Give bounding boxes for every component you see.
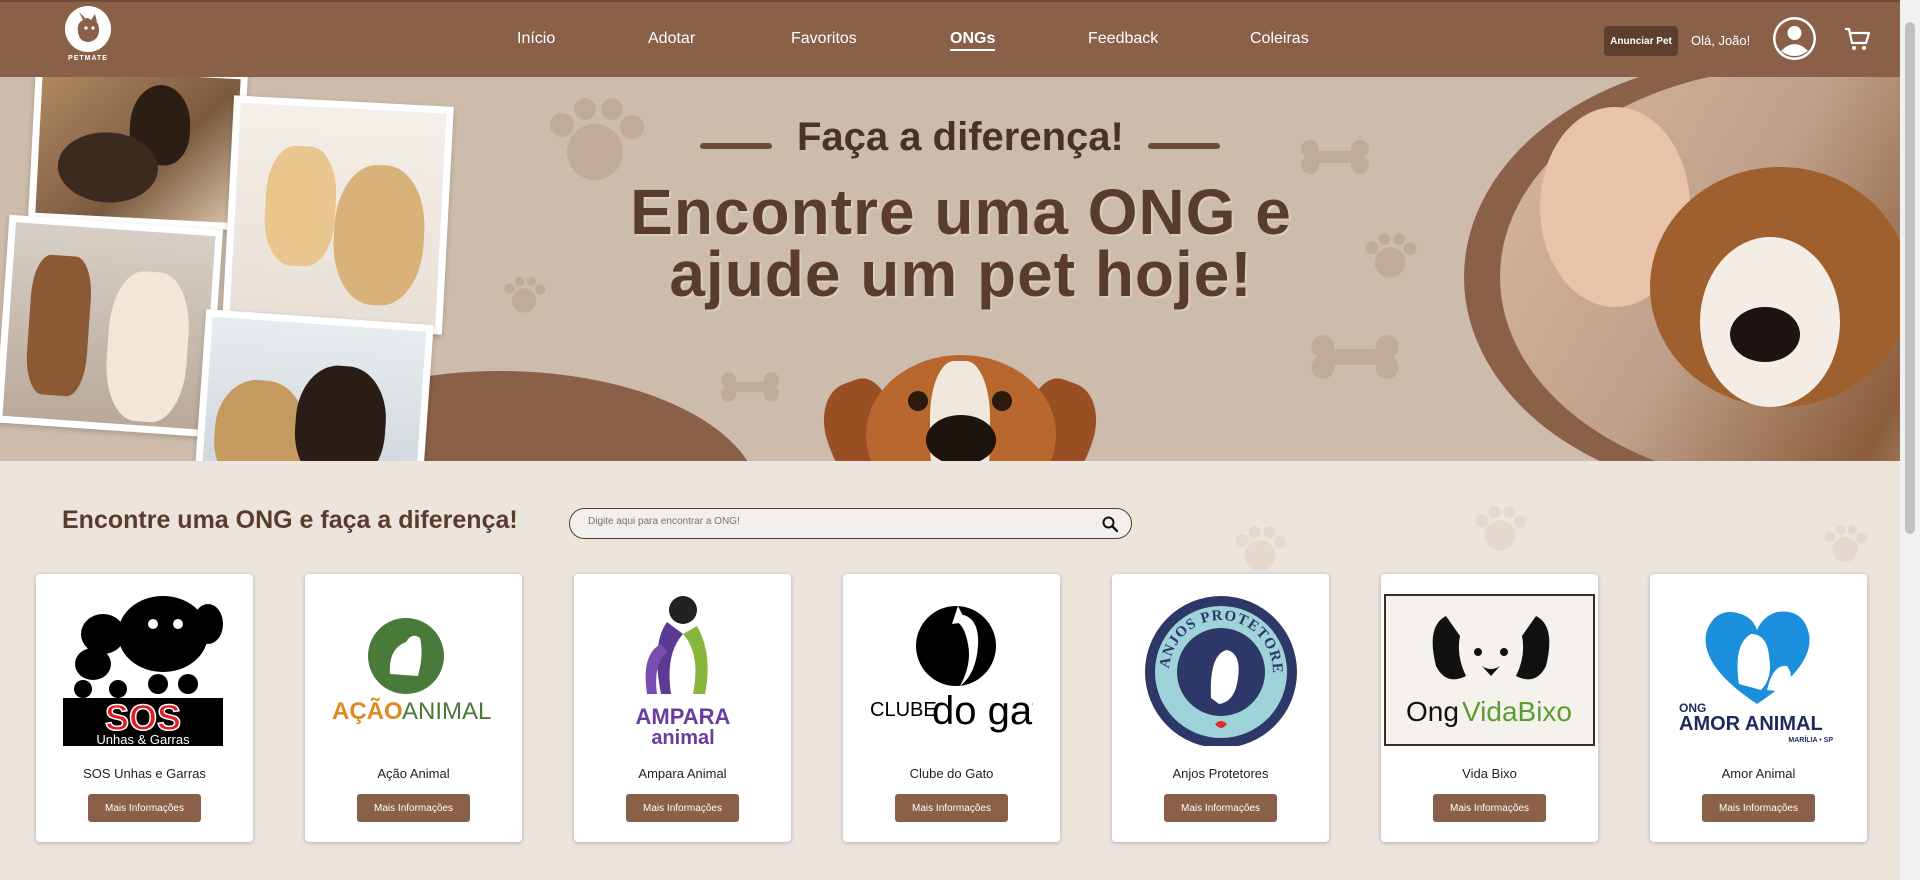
petmate-logo[interactable]: PETMATE	[64, 6, 112, 66]
bone-icon	[720, 372, 780, 402]
user-avatar-icon[interactable]	[1773, 17, 1816, 60]
paw-print-icon	[1235, 526, 1287, 571]
vida-bixo-logo: Ong VidaBixo	[1384, 594, 1595, 746]
ampara-animal-logo: AMPARA animal	[601, 594, 764, 746]
hero-headline-line2: ajude um pet hoje!	[669, 238, 1253, 310]
photo-woman-dogs-cat	[0, 214, 223, 438]
more-info-button[interactable]: Mais Informações	[1433, 794, 1546, 822]
nav-feedback[interactable]: Feedback	[1088, 30, 1158, 48]
ngo-name: Anjos Protetores	[1172, 766, 1269, 781]
section-title: Encontre uma ONG e faça a diferença!	[62, 506, 518, 534]
vida-bixo-logo-text: Ong	[1406, 696, 1459, 727]
ngo-card-clube-do-gato[interactable]: CLUBE do gato Clube do Gato Mais Informa…	[843, 574, 1060, 842]
shopping-cart-icon[interactable]	[1843, 26, 1871, 52]
clube-logo-text: CLUBE	[870, 699, 937, 721]
more-info-button[interactable]: Mais Informações	[1702, 794, 1815, 822]
sos-logo-subtext: Unhas & Garras	[96, 732, 190, 746]
ngo-name: Ampara Animal	[638, 766, 727, 781]
nav-favoritos[interactable]: Favoritos	[791, 30, 857, 48]
nav-ongs[interactable]: ONGs	[950, 30, 996, 51]
ngo-card-vida-bixo[interactable]: Ong VidaBixo Vida Bixo Mais Informações	[1381, 574, 1598, 842]
ngo-name: Clube do Gato	[909, 766, 994, 781]
announce-pet-button[interactable]: Anunciar Pet	[1604, 26, 1678, 56]
ngo-name: Ação Animal	[377, 766, 450, 781]
ngo-search-input[interactable]	[588, 516, 1068, 527]
dog-cat-logo-icon	[65, 6, 111, 52]
ngo-card-sos-unhas-garras[interactable]: SOS Unhas & Garras SOS Unhas e Garras Ma…	[36, 574, 253, 842]
paw-print-icon	[1475, 506, 1527, 551]
tagline-divider-left	[700, 143, 772, 149]
photo-woman-dog	[28, 77, 248, 231]
ngo-card-amor-animal[interactable]: ONG AMOR ANIMAL MARÍLIA • SP Amor Animal…	[1650, 574, 1867, 842]
photo-woman-curly-dog	[194, 309, 434, 461]
paw-print-icon	[504, 276, 546, 313]
paw-print-icon	[550, 98, 644, 180]
nav-coleiras[interactable]: Coleiras	[1250, 30, 1309, 48]
sos-unhas-garras-logo: SOS Unhas & Garras	[63, 594, 226, 746]
vertical-scrollbar[interactable]	[1900, 0, 1920, 880]
brand-name: PETMATE	[68, 55, 108, 62]
nav-adotar[interactable]: Adotar	[648, 30, 695, 48]
user-greeting: Olá, João!	[1691, 33, 1751, 48]
more-info-button[interactable]: Mais Informações	[88, 794, 201, 822]
top-navigation-bar: PETMATE Início Adotar Favoritos ONGs Fee…	[0, 0, 1900, 77]
ngo-name: Vida Bixo	[1462, 766, 1517, 781]
amor-logo-text: AMOR ANIMAL	[1679, 713, 1823, 735]
nav-inicio[interactable]: Início	[517, 30, 555, 48]
more-info-button[interactable]: Mais Informações	[357, 794, 470, 822]
photo-woman-golden	[222, 95, 454, 335]
ngo-card-anjos-protetores[interactable]: ANJOS PROTETORES Anjos Protetores Mais I…	[1112, 574, 1329, 842]
ngo-card-ampara-animal[interactable]: AMPARA animal Ampara Animal Mais Informa…	[574, 574, 791, 842]
amor-logo-city: MARÍLIA • SP	[1788, 735, 1833, 744]
more-info-button[interactable]: Mais Informações	[895, 794, 1008, 822]
ngo-card-acao-animal[interactable]: AÇÃO ANIMAL Ação Animal Mais Informações	[305, 574, 522, 842]
ngo-search-bar	[569, 508, 1132, 539]
peeking-dog-image	[811, 351, 1109, 461]
clube-do-gato-logo: CLUBE do gato	[870, 594, 1033, 746]
hero-tagline: Faça a diferença!	[797, 115, 1124, 159]
amor-animal-logo: ONG AMOR ANIMAL MARÍLIA • SP	[1677, 594, 1840, 746]
photo-woman-beagle	[1464, 77, 1900, 461]
acao-logo-text: AÇÃO	[332, 697, 403, 725]
ngo-name: SOS Unhas e Garras	[83, 766, 206, 781]
bone-icon	[1311, 335, 1399, 379]
more-info-button[interactable]: Mais Informações	[1164, 794, 1277, 822]
scrollbar-thumb[interactable]	[1905, 22, 1915, 534]
paw-print-icon	[1824, 525, 1868, 563]
bone-icon	[1301, 140, 1369, 174]
search-icon[interactable]	[1101, 515, 1119, 533]
ampara-logo-subtext: animal	[651, 727, 714, 746]
ampara-logo-text: AMPARA	[636, 704, 731, 729]
hero-headline-line1: Encontre uma ONG e	[630, 176, 1292, 248]
vida-bixo-logo-subtext: VidaBixo	[1462, 696, 1572, 727]
more-info-button[interactable]: Mais Informações	[626, 794, 739, 822]
hero-banner: Faça a diferença! Encontre uma ONG e aju…	[0, 77, 1900, 461]
acao-logo-subtext: ANIMAL	[402, 698, 491, 725]
hero-headline: Encontre uma ONG e ajude um pet hoje!	[596, 176, 1326, 310]
ngo-name: Amor Animal	[1721, 766, 1796, 781]
anjos-protetores-logo: ANJOS PROTETORES	[1139, 594, 1302, 746]
paw-print-icon	[1365, 233, 1417, 278]
tagline-divider-right	[1148, 143, 1220, 149]
gato-logo-subtext: do gato	[932, 689, 1033, 733]
acao-animal-logo: AÇÃO ANIMAL	[332, 594, 495, 746]
